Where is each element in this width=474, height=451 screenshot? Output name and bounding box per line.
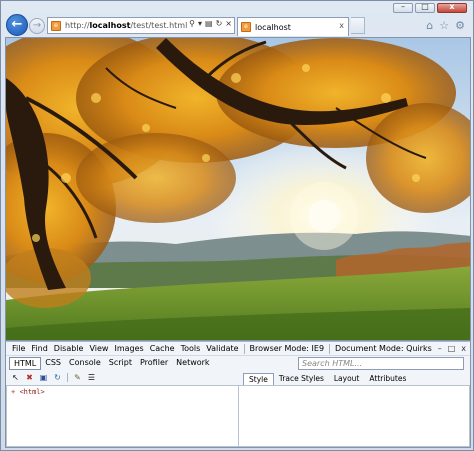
devtools-popout-button[interactable]: □ <box>448 344 456 353</box>
style-pane: Style Trace Styles Layout Attributes <box>239 373 470 447</box>
menu-find[interactable]: Find <box>28 344 50 353</box>
devtools-menubar: File Find Disable View Images Cache Tool… <box>6 342 470 356</box>
style-pane-tabs: Style Trace Styles Layout Attributes <box>243 373 411 385</box>
navigation-bar: ← → e http://localhost/test/test.html ⚲ … <box>1 14 473 36</box>
tab-css[interactable]: CSS <box>41 357 65 370</box>
forward-button[interactable]: → <box>29 18 45 34</box>
menu-validate[interactable]: Validate <box>203 344 241 353</box>
tab-localhost[interactable]: e localhost x <box>237 17 349 36</box>
compatibility-icon[interactable]: ▤ <box>205 19 213 28</box>
tab-trace-styles[interactable]: Trace Styles <box>274 373 329 385</box>
search-html-input[interactable]: Search HTML... <box>298 357 464 370</box>
menu-separator <box>243 343 245 354</box>
clear-icon[interactable]: ✖ <box>25 373 34 382</box>
toolbar-separator <box>67 373 68 382</box>
dom-node-label: <html> <box>19 388 45 396</box>
browser-window: – □ x ← → e http://localhost/test/test.h… <box>0 0 474 451</box>
refresh-icon[interactable]: ↻ <box>216 19 223 28</box>
address-bar-icons: ⚲ ▾ ▤ ↻ × <box>189 19 232 28</box>
tab-close-button[interactable]: x <box>339 21 344 30</box>
word-wrap-icon[interactable]: ☰ <box>87 373 96 382</box>
url-path: /test/test.html <box>130 21 188 30</box>
tab-script[interactable]: Script <box>105 357 136 370</box>
address-url[interactable]: http://localhost/test/test.html <box>65 21 187 30</box>
browser-mode-menu[interactable]: Browser Mode: IE9 <box>247 344 328 353</box>
document-mode-menu[interactable]: Document Mode: Quirks <box>332 344 435 353</box>
close-icon[interactable]: × <box>225 19 232 28</box>
select-element-icon[interactable]: ↖ <box>11 373 20 382</box>
star-icon[interactable]: ☆ <box>439 19 449 32</box>
devtools-close-button[interactable]: x <box>461 344 466 353</box>
close-window-button[interactable]: x <box>437 2 467 13</box>
chevron-down-icon[interactable]: ▾ <box>198 19 202 28</box>
tab-network[interactable]: Network <box>172 357 213 370</box>
minimize-button[interactable]: – <box>393 2 413 13</box>
save-icon[interactable]: ▣ <box>39 373 48 382</box>
tab-style[interactable]: Style <box>243 373 274 385</box>
tab-layout[interactable]: Layout <box>329 373 365 385</box>
developer-tools-panel: File Find Disable View Images Cache Tool… <box>5 341 471 448</box>
menu-file[interactable]: File <box>9 344 28 353</box>
dom-node-html[interactable]: + <html> <box>11 388 234 396</box>
menu-images[interactable]: Images <box>111 344 146 353</box>
refresh-dom-icon[interactable]: ↻ <box>53 373 62 382</box>
autumn-landscape-image <box>6 38 470 340</box>
menu-disable[interactable]: Disable <box>51 344 87 353</box>
back-button[interactable]: ← <box>6 14 28 36</box>
home-icon[interactable]: ⌂ <box>426 19 433 32</box>
search-icon[interactable]: ⚲ <box>189 19 195 28</box>
window-controls: – □ x <box>393 2 467 13</box>
address-bar[interactable]: e http://localhost/test/test.html ⚲ ▾ ▤ … <box>47 17 235 34</box>
devtools-tabs: HTML CSS Console Script Profiler Network… <box>6 356 470 371</box>
devtools-window-controls: – □ x <box>438 344 466 353</box>
expand-icon[interactable]: + <box>11 388 15 396</box>
menu-view[interactable]: View <box>86 344 111 353</box>
page-favicon-icon: e <box>51 20 61 31</box>
tab-attributes[interactable]: Attributes <box>364 373 411 385</box>
gear-icon[interactable]: ⚙ <box>455 19 465 32</box>
tab-profiler[interactable]: Profiler <box>136 357 172 370</box>
menu-tools[interactable]: Tools <box>178 344 204 353</box>
menu-separator <box>329 343 331 354</box>
tab-favicon-icon: e <box>241 22 251 32</box>
new-tab-button[interactable] <box>351 17 365 34</box>
dom-tree-pane: + <html> <box>6 385 239 447</box>
edit-icon[interactable]: ✎ <box>73 373 82 382</box>
menu-cache[interactable]: Cache <box>147 344 178 353</box>
maximize-button[interactable]: □ <box>415 2 435 13</box>
devtools-minimize-button[interactable]: – <box>438 344 442 353</box>
tab-html[interactable]: HTML <box>9 357 42 370</box>
tab-title: localhost <box>255 22 291 32</box>
url-host: localhost <box>89 21 131 30</box>
devtools-panes: + <html> Style Trace Styles Layout Attri… <box>6 373 470 447</box>
page-viewport <box>5 37 471 341</box>
url-scheme: http:// <box>65 21 90 30</box>
command-icons: ⌂ ☆ ⚙ <box>426 19 465 32</box>
tab-console[interactable]: Console <box>65 357 105 370</box>
